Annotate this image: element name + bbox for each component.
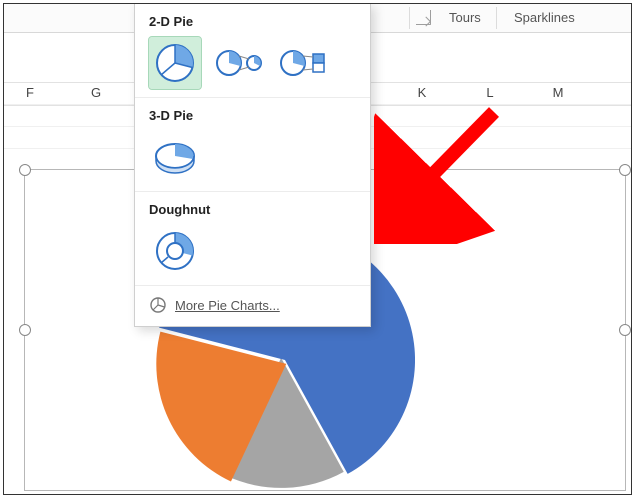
- chart-type-bar-of-pie[interactable]: [277, 37, 329, 89]
- doughnut-icon: [153, 229, 197, 273]
- pie-3d-icon: [152, 139, 198, 175]
- col-header-cell[interactable]: F: [3, 85, 60, 100]
- resize-handle[interactable]: [619, 324, 631, 336]
- pie-chart-type-dropdown: 2-D Pie: [134, 3, 371, 327]
- chart-type-pie-3d[interactable]: [149, 131, 201, 183]
- dropdown-heading-3d-pie: 3-D Pie: [149, 108, 360, 123]
- resize-handle[interactable]: [19, 324, 31, 336]
- more-pie-charts-button[interactable]: More Pie Charts...: [135, 286, 370, 326]
- col-header-cell[interactable]: M: [528, 85, 588, 100]
- ribbon-group-sparklines[interactable]: Sparklines: [514, 10, 575, 25]
- pie-outline-icon: [149, 296, 167, 314]
- pie-of-pie-icon: [216, 46, 262, 80]
- chart-type-doughnut[interactable]: [149, 225, 201, 277]
- resize-handle[interactable]: [619, 164, 631, 176]
- col-header-cell[interactable]: K: [392, 85, 452, 100]
- chart-type-pie-of-pie[interactable]: [213, 37, 265, 89]
- col-header-cell[interactable]: G: [66, 85, 126, 100]
- dropdown-heading-2d-pie: 2-D Pie: [149, 14, 360, 29]
- pie-2d-icon: [154, 42, 196, 84]
- dropdown-heading-doughnut: Doughnut: [149, 202, 360, 217]
- dialog-launcher-icon[interactable]: [416, 10, 431, 25]
- resize-handle[interactable]: [19, 164, 31, 176]
- col-header-cell[interactable]: L: [460, 85, 520, 100]
- chart-type-pie-2d[interactable]: [149, 37, 201, 89]
- ribbon-group-tours[interactable]: Tours: [449, 10, 481, 25]
- bar-of-pie-icon: [280, 46, 326, 80]
- more-pie-charts-label: More Pie Charts...: [175, 298, 280, 313]
